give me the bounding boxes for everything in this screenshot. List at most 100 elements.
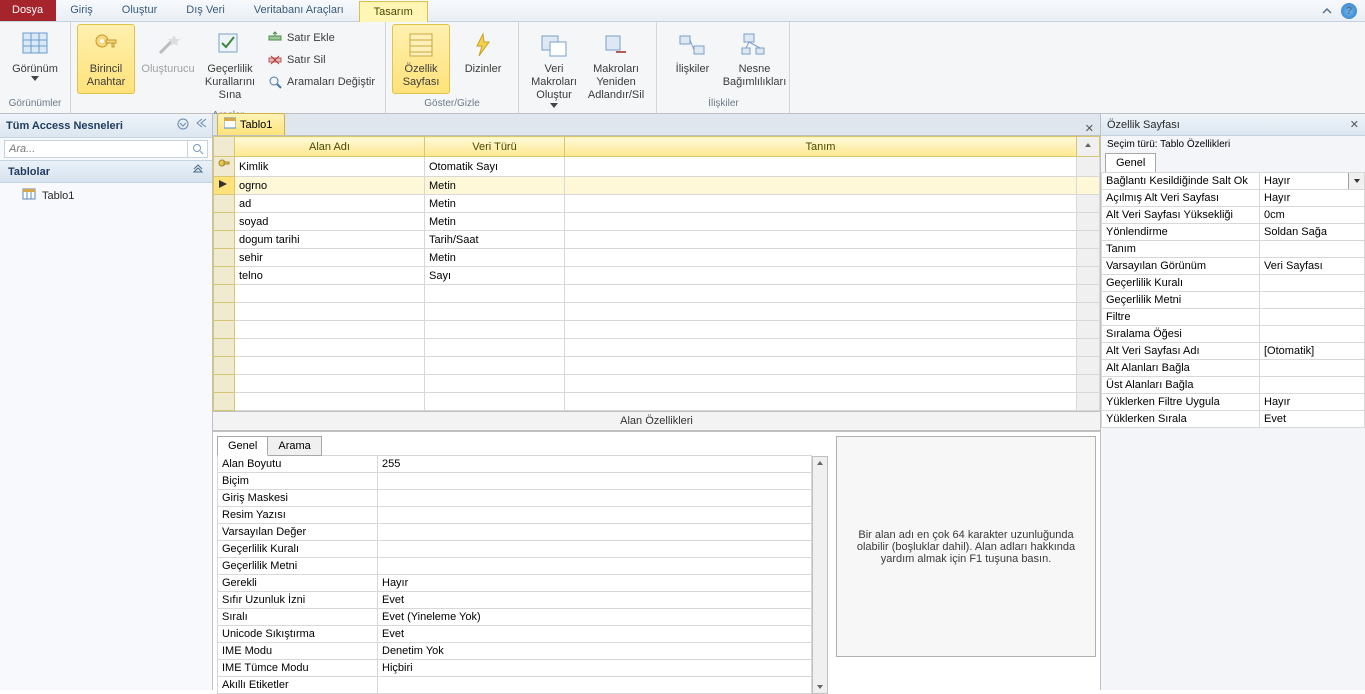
select-all-cell[interactable] — [214, 137, 235, 157]
row-selector[interactable] — [214, 321, 235, 339]
ps-value[interactable] — [1260, 241, 1365, 258]
row-selector[interactable] — [214, 267, 235, 285]
help-icon[interactable]: ? — [1341, 3, 1357, 19]
doc-tab-tablo1[interactable]: Tablo1 — [217, 113, 285, 135]
tab-database-tools[interactable]: Veritabanı Araçları — [240, 0, 359, 21]
ps-value[interactable]: [Otomatik] — [1260, 343, 1365, 360]
description-cell[interactable] — [565, 231, 1077, 249]
indexes-button[interactable]: Dizinler — [454, 24, 512, 81]
primary-key-button[interactable]: Birincil Anahtar — [77, 24, 135, 94]
ps-value[interactable]: Hayır — [1260, 173, 1365, 190]
fp-value[interactable] — [378, 677, 812, 694]
description-cell[interactable] — [565, 249, 1077, 267]
row-selector[interactable] — [214, 195, 235, 213]
property-sheet-button[interactable]: Özellik Sayfası — [392, 24, 450, 94]
fp-value[interactable] — [378, 490, 812, 507]
ps-value[interactable]: Hayır — [1260, 190, 1365, 207]
row-selector[interactable] — [214, 157, 235, 177]
field-name-cell[interactable]: ogrno — [235, 177, 425, 195]
ps-value[interactable]: Hayır — [1260, 394, 1365, 411]
ps-tab-general[interactable]: Genel — [1105, 153, 1156, 172]
nav-header[interactable]: Tüm Access Nesneleri — [0, 114, 212, 138]
col-data-type[interactable]: Veri Türü — [425, 137, 565, 157]
close-doc-button[interactable]: ✕ — [1079, 122, 1100, 135]
design-grid[interactable]: Alan Adı Veri Türü Tanım Kimlik Otomatik… — [213, 136, 1100, 411]
file-tab[interactable]: Dosya — [0, 0, 56, 21]
ps-value[interactable] — [1260, 309, 1365, 326]
row-selector[interactable] — [214, 393, 235, 411]
row-selector[interactable] — [214, 285, 235, 303]
fp-value[interactable] — [378, 473, 812, 490]
search-input[interactable] — [4, 140, 188, 158]
col-description[interactable]: Tanım — [565, 137, 1077, 157]
data-type-cell[interactable]: Tarih/Saat — [425, 231, 565, 249]
view-button[interactable]: Görünüm — [6, 24, 64, 86]
field-properties-table[interactable]: Alan Boyutu255BiçimGiriş MaskesiResim Ya… — [217, 455, 812, 694]
dropdown-icon[interactable] — [176, 117, 190, 134]
data-type-cell[interactable]: Metin — [425, 213, 565, 231]
row-selector[interactable] — [214, 177, 235, 195]
col-field-name[interactable]: Alan Adı — [235, 137, 425, 157]
fp-value[interactable]: 255 — [378, 456, 812, 473]
fp-value[interactable] — [378, 507, 812, 524]
fp-value[interactable] — [378, 558, 812, 575]
data-type-cell[interactable]: Sayı — [425, 267, 565, 285]
field-name-cell[interactable]: ad — [235, 195, 425, 213]
fp-value[interactable]: Evet (Yineleme Yok) — [378, 609, 812, 626]
row-selector[interactable] — [214, 231, 235, 249]
ps-value[interactable] — [1260, 360, 1365, 377]
tab-home[interactable]: Giriş — [56, 0, 108, 21]
search-button[interactable] — [188, 140, 208, 158]
description-cell[interactable] — [565, 177, 1077, 195]
tab-design[interactable]: Tasarım — [359, 1, 428, 22]
ps-value[interactable] — [1260, 275, 1365, 292]
data-type-cell[interactable]: Otomatik Sayı — [425, 157, 565, 177]
fp-value[interactable] — [378, 541, 812, 558]
fp-value[interactable]: Evet — [378, 626, 812, 643]
row-selector[interactable] — [214, 213, 235, 231]
row-selector[interactable] — [214, 375, 235, 393]
dropdown-button[interactable] — [1348, 173, 1364, 189]
rename-macro-button[interactable]: Makroları Yeniden Adlandır/Sil — [587, 24, 645, 108]
fp-value[interactable]: Hiçbiri — [378, 660, 812, 677]
ps-value[interactable] — [1260, 377, 1365, 394]
insert-row-button[interactable]: Satır Ekle — [263, 28, 379, 48]
test-validation-button[interactable]: Geçerlilik Kurallarını Sına — [201, 24, 259, 108]
object-deps-button[interactable]: Nesne Bağımlılıkları — [725, 24, 783, 94]
minimize-ribbon-icon[interactable] — [1321, 5, 1333, 17]
fp-tab-general[interactable]: Genel — [217, 436, 268, 456]
create-data-macro-button[interactable]: Veri Makroları Oluştur — [525, 24, 583, 113]
field-name-cell[interactable]: Kimlik — [235, 157, 425, 177]
description-cell[interactable] — [565, 195, 1077, 213]
fp-value[interactable] — [378, 524, 812, 541]
row-selector[interactable] — [214, 303, 235, 321]
close-property-sheet-button[interactable]: ✕ — [1350, 118, 1359, 131]
description-cell[interactable] — [565, 213, 1077, 231]
field-name-cell[interactable]: telno — [235, 267, 425, 285]
field-name-cell[interactable]: sehir — [235, 249, 425, 267]
ps-value[interactable]: 0cm — [1260, 207, 1365, 224]
nav-category-tables[interactable]: Tablolar — [0, 160, 212, 183]
data-type-cell[interactable]: Metin — [425, 195, 565, 213]
collapse-nav-icon[interactable] — [194, 117, 206, 134]
fp-value[interactable]: Denetim Yok — [378, 643, 812, 660]
nav-item-tablo1[interactable]: Tablo1 — [0, 183, 212, 208]
field-name-cell[interactable]: soyad — [235, 213, 425, 231]
fp-value[interactable]: Evet — [378, 592, 812, 609]
data-type-cell[interactable]: Metin — [425, 249, 565, 267]
relationships-button[interactable]: İlişkiler — [663, 24, 721, 81]
ps-value[interactable]: Veri Sayfası — [1260, 258, 1365, 275]
description-cell[interactable] — [565, 267, 1077, 285]
ps-value[interactable] — [1260, 326, 1365, 343]
fp-value[interactable]: Hayır — [378, 575, 812, 592]
data-type-cell[interactable]: Metin — [425, 177, 565, 195]
row-selector[interactable] — [214, 249, 235, 267]
description-cell[interactable] — [565, 157, 1077, 177]
row-selector[interactable] — [214, 357, 235, 375]
ps-value[interactable]: Evet — [1260, 411, 1365, 428]
ps-value[interactable]: Soldan Sağa — [1260, 224, 1365, 241]
fp-scrollbar[interactable] — [812, 456, 828, 694]
scroll-up-button[interactable] — [1077, 137, 1100, 157]
field-name-cell[interactable]: dogum tarihi — [235, 231, 425, 249]
fp-tab-lookup[interactable]: Arama — [267, 436, 321, 456]
